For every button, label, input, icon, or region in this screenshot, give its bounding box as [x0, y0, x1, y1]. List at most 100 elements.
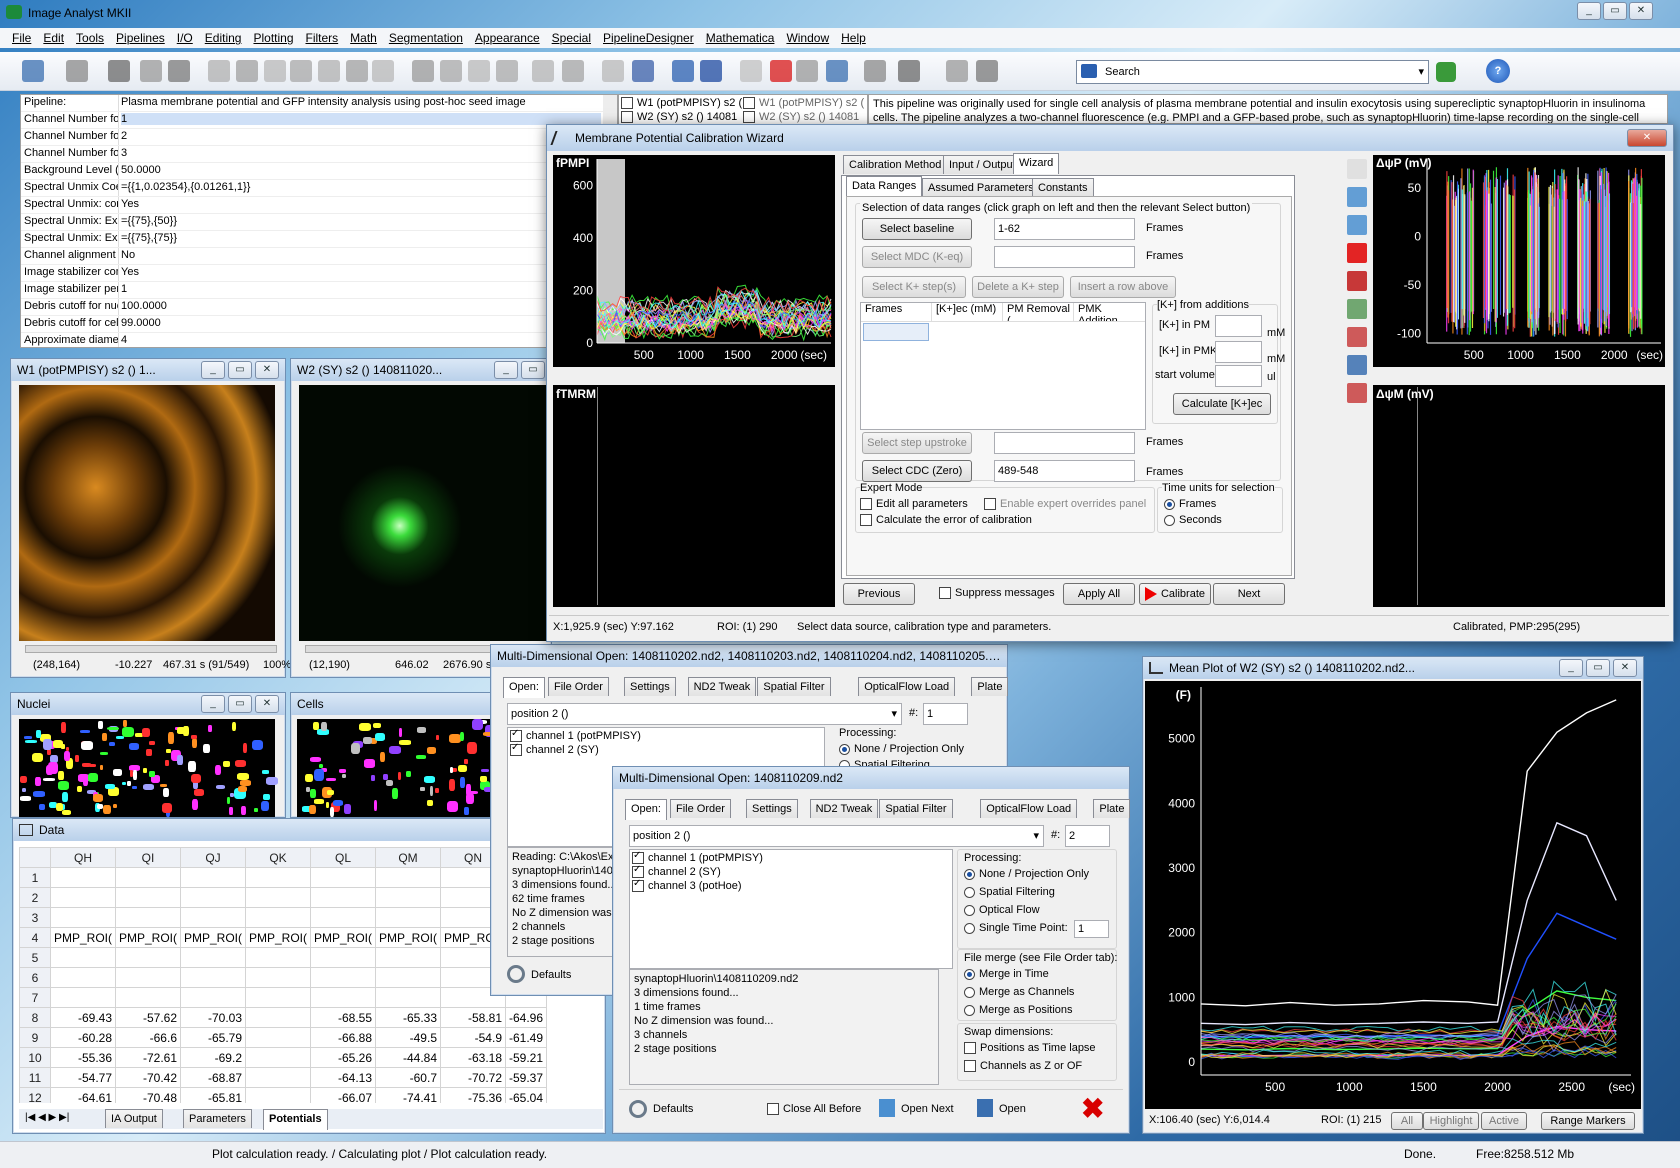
grid-cell[interactable]: [375, 867, 441, 888]
param-value[interactable]: Yes: [121, 198, 601, 210]
row-header[interactable]: 2: [19, 887, 51, 908]
mean-plot-chart[interactable]: (F) 5000 4000 3000 2000 1000 0 500 1000 1500 2000 2…: [1145, 681, 1641, 1109]
mdc-input[interactable]: [994, 246, 1135, 268]
grid-cell[interactable]: [245, 967, 311, 988]
grid-cell[interactable]: -64.96: [504, 1007, 548, 1028]
pipeline-row[interactable]: Spectral Unmix Coeff ={{1,0.02354},{0.012…: [21, 180, 617, 197]
proc-radio[interactable]: [964, 868, 975, 880]
close-all-checkbox[interactable]: [767, 1103, 779, 1116]
proc-radio[interactable]: [964, 922, 975, 934]
file-item[interactable]: W1 (potPMPISY) s2 (: [759, 97, 864, 109]
grid-cell[interactable]: -70.42: [115, 1067, 181, 1088]
toolbar-tool-icon[interactable]: [700, 60, 722, 82]
pipeline-row[interactable]: Channel Number for G2: [21, 129, 617, 146]
file-item[interactable]: W1 (potPMPISY) s2 (: [637, 97, 742, 109]
grid-cell[interactable]: -55.36: [50, 1047, 116, 1068]
grid-cell[interactable]: -69.43: [50, 1007, 116, 1028]
grid-cell[interactable]: -66.07: [310, 1087, 376, 1103]
grid-cell[interactable]: -60.7: [375, 1067, 441, 1088]
toolbar-tool-icon[interactable]: [826, 60, 848, 82]
toolbar-tool-icon[interactable]: [632, 60, 654, 82]
proc-radio[interactable]: [964, 904, 975, 916]
channel-checkbox[interactable]: [632, 878, 644, 893]
grid-cell[interactable]: [50, 907, 116, 928]
side-tool-icon[interactable]: [1347, 187, 1367, 207]
close-button[interactable]: ✕: [255, 361, 279, 379]
grid-cell[interactable]: -60.28: [50, 1027, 116, 1048]
proc-radio[interactable]: [964, 886, 975, 898]
grid-cell[interactable]: [115, 867, 181, 888]
tab-open-[interactable]: Open:: [625, 799, 667, 820]
menu-item[interactable]: I/O: [177, 31, 193, 45]
grid-cell[interactable]: [245, 1067, 311, 1088]
menu-item[interactable]: Tools: [76, 31, 104, 45]
param-value[interactable]: ={{75},{50}}: [121, 215, 601, 227]
close-button[interactable]: ✕: [1627, 129, 1667, 147]
tab-nd2-tweak[interactable]: ND2 Tweak: [687, 677, 757, 696]
toolbar-tool-icon[interactable]: [796, 60, 818, 82]
edit-all-checkbox[interactable]: [860, 498, 872, 511]
column-header[interactable]: QL: [310, 847, 376, 868]
nuclei-segmentation-image[interactable]: [19, 719, 278, 817]
close-button[interactable]: ✕: [255, 695, 279, 713]
sheet-nav-icon[interactable]: |◀ ◀ ▶ ▶|: [25, 1112, 69, 1123]
maximize-button[interactable]: ▭: [228, 695, 252, 713]
highlight-button[interactable]: Highlight: [1423, 1112, 1479, 1130]
tab-plate[interactable]: Plate: [1093, 799, 1131, 818]
toolbar-tool-icon[interactable]: [108, 60, 130, 82]
grid-cell[interactable]: PMP_ROI(: [115, 927, 181, 948]
calibrate-button[interactable]: Calibrate: [1139, 583, 1211, 605]
grid-cell[interactable]: -68.55: [310, 1007, 376, 1028]
grid-cell[interactable]: [245, 1027, 311, 1048]
menu-item[interactable]: Pipelines: [116, 31, 165, 45]
pipeline-row[interactable]: Debris cutoff for cell 99.0000: [21, 316, 617, 333]
grid-cell[interactable]: -61.49: [504, 1027, 548, 1048]
delete-k-step-button[interactable]: Delete a K+ step: [972, 276, 1064, 298]
row-header[interactable]: 10: [19, 1047, 51, 1068]
k-step-table[interactable]: Frames [K+]ec (mM) PM Removal ( PMK Addi…: [860, 302, 1146, 430]
toolbar-tool-icon[interactable]: [346, 60, 368, 82]
grid-cell[interactable]: -75.36: [440, 1087, 506, 1103]
column-header[interactable]: QI: [115, 847, 181, 868]
column-header[interactable]: QK: [245, 847, 311, 868]
select-k-step-button[interactable]: Select K+ step(s): [862, 276, 966, 298]
channel-checkbox[interactable]: [510, 742, 522, 757]
menu-item[interactable]: File: [12, 31, 31, 45]
side-tool-icon[interactable]: [1347, 243, 1367, 263]
frame-slider[interactable]: [25, 645, 277, 653]
grid-cell[interactable]: -70.72: [440, 1067, 506, 1088]
grid-cell[interactable]: PMP_ROI(: [180, 927, 246, 948]
grid-cell[interactable]: PMP_ROI(: [375, 927, 441, 948]
param-value[interactable]: ={{75},{75}}: [121, 232, 601, 244]
grid-cell[interactable]: [180, 967, 246, 988]
window-titlebar[interactable]: Nuclei _ ▭ ✕: [11, 693, 285, 715]
baseline-input[interactable]: 1-62: [994, 218, 1135, 240]
single-time-point-input[interactable]: 1: [1074, 920, 1109, 938]
param-value[interactable]: ={{1,0.02354},{0.01261,1}}: [121, 181, 601, 193]
grid-cell[interactable]: [310, 867, 376, 888]
grid-cell[interactable]: [310, 887, 376, 908]
toolbar-tool-icon[interactable]: [946, 60, 968, 82]
side-tool-icon[interactable]: [1347, 215, 1367, 235]
row-header[interactable]: 1: [19, 867, 51, 888]
toolbar-tool-icon[interactable]: [976, 60, 998, 82]
column-header[interactable]: QH: [50, 847, 116, 868]
toolbar-tool-icon[interactable]: [740, 60, 762, 82]
gear-icon[interactable]: [507, 965, 525, 983]
cancel-x-icon[interactable]: ✖: [1081, 1092, 1104, 1125]
menu-item[interactable]: Segmentation: [389, 31, 463, 45]
grid-cell[interactable]: [310, 967, 376, 988]
grid-cell[interactable]: -58.81: [440, 1007, 506, 1028]
grid-cell[interactable]: [50, 867, 116, 888]
menu-item[interactable]: Help: [841, 31, 866, 45]
grid-cell[interactable]: [375, 967, 441, 988]
grid-cell[interactable]: [310, 987, 376, 1008]
grid-cell[interactable]: [50, 967, 116, 988]
merge-radio[interactable]: [964, 1004, 975, 1016]
param-value[interactable]: 1: [121, 113, 601, 125]
file-item[interactable]: W2 (SY) s2 () 14081: [637, 111, 737, 123]
pipeline-row[interactable]: Channel Number for p3: [21, 146, 617, 163]
grid-cell[interactable]: [375, 907, 441, 928]
grid-cell[interactable]: PMP_ROI(: [50, 927, 116, 948]
sheet-tab[interactable]: Parameters: [183, 1109, 252, 1128]
